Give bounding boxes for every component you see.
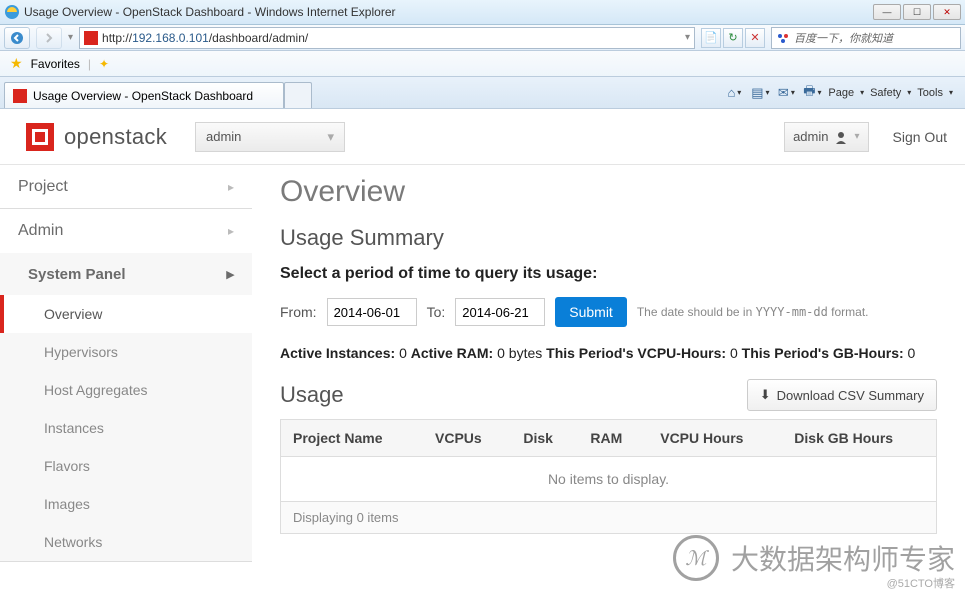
table-footer: Displaying 0 items (280, 502, 937, 534)
nav-project[interactable]: Project▸ (0, 165, 252, 209)
favorites-star-icon[interactable]: ★ (10, 55, 23, 72)
date-form: From: To: Submit The date should be in Y… (280, 297, 937, 327)
chevron-right-icon: ▸ (228, 180, 234, 194)
window-controls: — ☐ ✕ (873, 4, 961, 20)
minimize-button[interactable]: — (873, 4, 901, 20)
maximize-button[interactable]: ☐ (903, 4, 931, 20)
nav-admin[interactable]: Admin▸ (0, 209, 252, 253)
tenant-dropdown[interactable]: admin▾ (195, 122, 345, 152)
tab-favicon (13, 89, 27, 103)
to-label: To: (427, 304, 446, 320)
topnav: openstack admin▾ admin ▾ Sign Out (0, 109, 965, 165)
tools-menu[interactable]: Tools (917, 87, 953, 99)
usage-table: Project Name VCPUs Disk RAM VCPU Hours D… (280, 419, 937, 502)
openstack-logo-icon (24, 121, 56, 153)
watermark-sub: @51CTO博客 (887, 575, 955, 591)
ie-icon (4, 4, 20, 20)
compat-view-icon[interactable]: 📄 (701, 28, 721, 48)
tab-title: Usage Overview - OpenStack Dashboard (33, 89, 253, 103)
favorites-bar: ★ Favorites | ✦ (0, 51, 965, 77)
sidebar-item-instances[interactable]: Instances (0, 409, 252, 447)
page-menu[interactable]: Page (828, 87, 864, 99)
brand-text: openstack (64, 124, 167, 150)
download-csv-button[interactable]: ⬇ Download CSV Summary (747, 379, 937, 411)
chevron-right-icon: ▸ (226, 265, 234, 283)
page-title: Overview (280, 175, 937, 209)
browser-tab[interactable]: Usage Overview - OpenStack Dashboard (4, 82, 284, 108)
command-bar: ⌂ ▤ ✉ 🖶 Page Safety Tools (724, 77, 961, 108)
sidebar-item-networks[interactable]: Networks (0, 523, 252, 561)
col-vcpus[interactable]: VCPUs (423, 420, 511, 457)
back-button[interactable] (4, 27, 30, 49)
print-icon[interactable]: 🖶 (802, 83, 822, 103)
from-date-input[interactable] (327, 298, 417, 326)
col-vcpu-hours[interactable]: VCPU Hours (648, 420, 782, 457)
safety-menu[interactable]: Safety (870, 87, 911, 99)
sign-out-link[interactable]: Sign Out (893, 129, 947, 145)
main-content: Overview Usage Summary Select a period o… (252, 165, 965, 591)
nav-system-panel[interactable]: System Panel▸ (0, 253, 252, 295)
user-icon (834, 130, 848, 144)
usage-summary-heading: Usage Summary (280, 225, 937, 251)
url-text: http://192.168.0.101/dashboard/admin/ (102, 31, 308, 45)
sidebar-item-images[interactable]: Images (0, 485, 252, 523)
mail-icon[interactable]: ✉ (776, 83, 796, 103)
window-title: Usage Overview - OpenStack Dashboard - W… (24, 5, 396, 19)
user-dropdown[interactable]: admin ▾ (784, 122, 868, 152)
titlebar: Usage Overview - OpenStack Dashboard - W… (0, 0, 965, 25)
chevron-right-icon: ▸ (228, 224, 234, 238)
navbar: ▾ http://192.168.0.101/dashboard/admin/ … (0, 25, 965, 51)
download-icon: ⬇ (760, 387, 771, 403)
query-label: Select a period of time to query its usa… (280, 265, 937, 283)
sidebar: Project▸ Admin▸ System Panel▸ Overview H… (0, 165, 252, 591)
sidebar-item-overview[interactable]: Overview (0, 295, 252, 333)
search-box[interactable]: 百度一下，你就知道 (771, 27, 961, 49)
col-disk[interactable]: Disk (511, 420, 578, 457)
from-label: From: (280, 304, 317, 320)
date-hint: The date should be in YYYY-mm-dd format. (637, 305, 869, 319)
page-body: openstack admin▾ admin ▾ Sign Out Projec… (0, 109, 965, 591)
brand-logo[interactable]: openstack (24, 121, 167, 153)
home-icon[interactable]: ⌂ (724, 83, 744, 103)
forward-button[interactable] (36, 27, 62, 49)
refresh-button[interactable]: ↻ (723, 28, 743, 48)
site-favicon (84, 31, 98, 45)
tab-bar: Usage Overview - OpenStack Dashboard ⌂ ▤… (0, 77, 965, 109)
favorites-label[interactable]: Favorites (31, 57, 80, 71)
submit-button[interactable]: Submit (555, 297, 627, 327)
col-disk-gb-hours[interactable]: Disk GB Hours (782, 420, 936, 457)
address-bar[interactable]: http://192.168.0.101/dashboard/admin/ ▾ (79, 27, 695, 49)
sidebar-item-flavors[interactable]: Flavors (0, 447, 252, 485)
empty-message: No items to display. (281, 457, 937, 502)
usage-heading: Usage (280, 382, 344, 408)
close-window-button[interactable]: ✕ (933, 4, 961, 20)
to-date-input[interactable] (455, 298, 545, 326)
stats-row: Active Instances: 0 Active RAM: 0 bytes … (280, 345, 937, 361)
sidebar-item-hypervisors[interactable]: Hypervisors (0, 333, 252, 371)
baidu-icon (776, 31, 790, 45)
new-tab-button[interactable] (284, 82, 312, 108)
sidebar-item-host-aggregates[interactable]: Host Aggregates (0, 371, 252, 409)
col-ram[interactable]: RAM (578, 420, 648, 457)
feeds-icon[interactable]: ▤ (750, 83, 770, 103)
stop-button[interactable]: ✕ (745, 28, 765, 48)
add-fav-icon[interactable]: ✦ (99, 57, 109, 71)
search-placeholder: 百度一下，你就知道 (794, 30, 893, 46)
col-project-name[interactable]: Project Name (281, 420, 424, 457)
